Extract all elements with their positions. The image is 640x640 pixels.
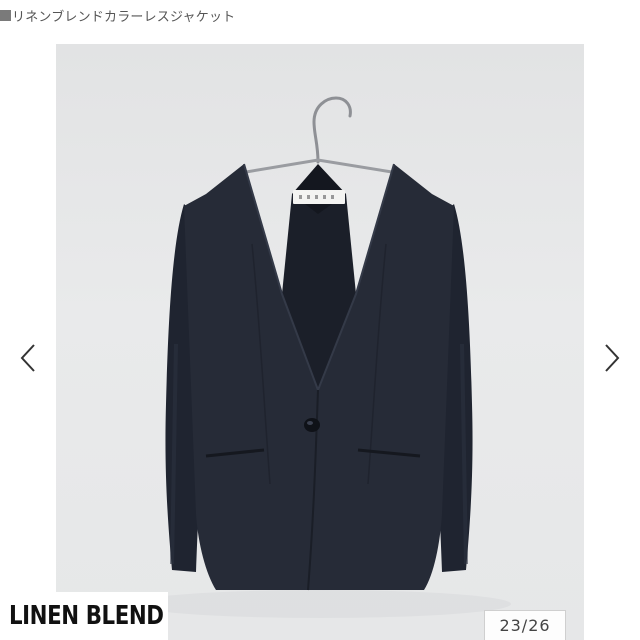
chevron-left-icon <box>20 344 35 372</box>
next-image-button[interactable] <box>598 340 626 376</box>
jacket-image <box>131 96 511 618</box>
image-counter-text: 23/26 <box>499 616 551 635</box>
product-photo[interactable] <box>56 44 584 640</box>
title-square-icon <box>0 9 11 21</box>
product-image-viewer: リネンブレンドカラーレスジャケット LINEN BLEND 23/26 <box>0 0 640 640</box>
product-title-text: リネンブレンドカラーレスジャケット <box>12 9 236 25</box>
badge-text: LINEN BLEND <box>8 601 164 631</box>
prev-image-button[interactable] <box>14 340 42 376</box>
linen-blend-badge: LINEN BLEND <box>4 592 168 640</box>
chevron-right-icon <box>605 344 620 372</box>
image-counter: 23/26 <box>484 610 566 640</box>
product-title: リネンブレンドカラーレスジャケット <box>0 4 235 26</box>
